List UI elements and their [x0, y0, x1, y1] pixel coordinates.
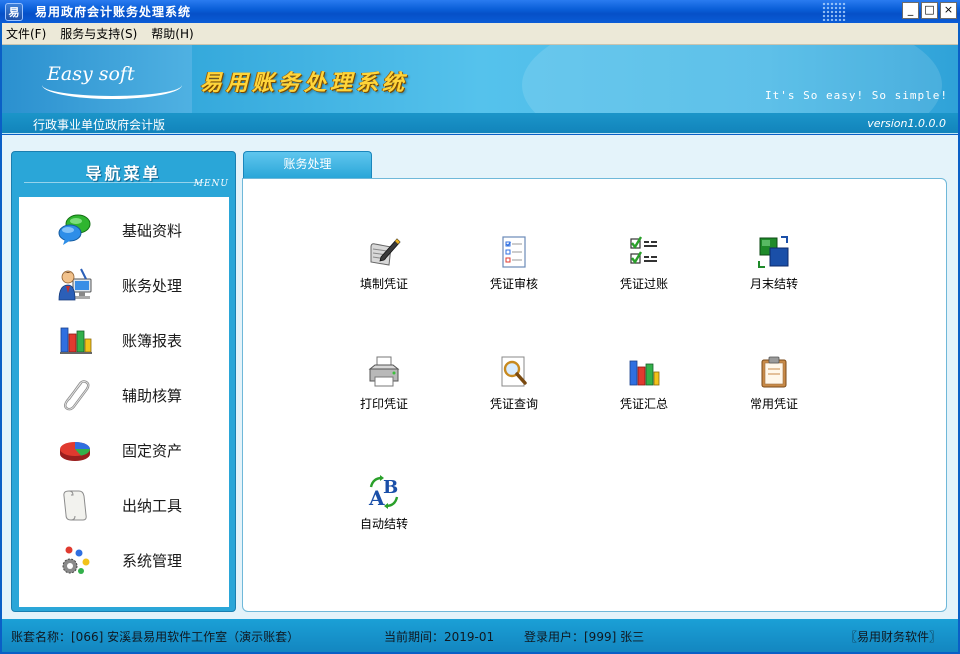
ab-convert-icon: A B — [368, 475, 398, 509]
nav-divider — [24, 182, 204, 183]
window-frame-left — [0, 23, 2, 654]
nav-header: 导航菜单 MENU — [12, 152, 235, 196]
fill-voucher-button[interactable]: 填制凭证 — [339, 235, 429, 305]
scroll-icon — [63, 490, 87, 521]
menu-service-support[interactable]: 服务与支持(S) — [60, 25, 137, 42]
nav-item-basic-data[interactable]: 基础资料 — [19, 205, 229, 255]
nav-panel: 导航菜单 MENU 基础资料 账务处理 账簿报表 辅助核算 固定资产 出纳工具 … — [11, 151, 236, 612]
function-label: 常用凭证 — [749, 397, 798, 411]
function-label: 凭证汇总 — [619, 397, 668, 411]
status-user: 登录用户：[999] 张三 — [524, 630, 645, 644]
nav-item-label: 基础资料 — [122, 221, 183, 240]
menu-help[interactable]: 帮助(H) — [151, 25, 193, 42]
close-button[interactable]: × — [940, 2, 957, 19]
check-list-icon — [630, 236, 657, 265]
transfer-squares-icon — [758, 236, 789, 268]
user-computer-icon — [58, 268, 92, 301]
summarize-voucher-button[interactable]: 凭证汇总 — [599, 355, 689, 425]
version-label: version1.0.0.0 — [867, 117, 946, 130]
nav-item-label: 辅助核算 — [122, 386, 183, 405]
tab-accounting[interactable]: 账务处理 — [243, 151, 372, 178]
minimize-button[interactable]: _ — [902, 2, 919, 19]
chat-bubbles-icon — [58, 214, 91, 245]
nav-item-label: 账簿报表 — [122, 331, 183, 350]
bar-chart-icon — [60, 327, 92, 354]
magnifier-document-icon — [501, 356, 527, 387]
status-brand: 〖易用财务软件〗 — [845, 630, 942, 644]
checklist-document-icon — [502, 236, 526, 268]
nav-item-label: 出纳工具 — [122, 496, 183, 515]
menu-bar: 文件(F) 服务与支持(S) 帮助(H) — [0, 23, 960, 45]
month-end-carryover-button[interactable]: 月末结转 — [729, 235, 819, 305]
nav-item-reports[interactable]: 账簿报表 — [19, 315, 229, 365]
nav-item-cashier-tools[interactable]: 出纳工具 — [19, 480, 229, 530]
status-bar: 账套名称：[066] 安溪县易用软件工作室（演示账套） 当前期间：2019-01… — [2, 619, 958, 652]
title-decoration — [822, 2, 846, 21]
status-account: 账套名称：[066] 安溪县易用软件工作室（演示账套） — [11, 630, 300, 644]
function-label: 月末结转 — [749, 277, 798, 291]
auto-carryover-button[interactable]: A B 自动结转 — [339, 475, 429, 545]
nav-item-auxiliary[interactable]: 辅助核算 — [19, 370, 229, 420]
paperclip-icon — [64, 380, 90, 411]
common-voucher-button[interactable]: 常用凭证 — [729, 355, 819, 425]
printer-icon — [368, 356, 400, 387]
svg-text:B: B — [383, 477, 398, 498]
pen-document-icon — [370, 238, 401, 266]
logo-swoosh — [42, 85, 182, 99]
gears-icon — [62, 546, 90, 574]
banner: Easy soft 易用账务处理系统 It's So easy! So simp… — [2, 45, 958, 113]
summary-chart-icon — [629, 360, 660, 386]
clipboard-icon — [761, 356, 787, 388]
function-label: 填制凭证 — [359, 277, 408, 291]
query-voucher-button[interactable]: 凭证查询 — [469, 355, 559, 425]
pie-chart-icon — [60, 442, 91, 461]
menu-file[interactable]: 文件(F) — [6, 25, 46, 42]
nav-item-system-management[interactable]: 系统管理 — [19, 535, 229, 585]
function-label: 凭证审核 — [489, 277, 538, 291]
edition-label: 行政事业单位政府会计版 — [33, 118, 166, 132]
nav-item-label: 系统管理 — [122, 551, 183, 570]
nav-item-label: 账务处理 — [122, 276, 183, 295]
system-name: 易用账务处理系统 — [200, 70, 409, 96]
nav-item-accounting[interactable]: 账务处理 — [19, 260, 229, 310]
status-period: 当前期间：2019-01 — [384, 630, 495, 644]
app-icon[interactable]: 易 — [5, 2, 23, 21]
function-label: 凭证查询 — [489, 397, 538, 411]
edition-bar: 行政事业单位政府会计版 version1.0.0.0 — [2, 113, 958, 134]
post-voucher-button[interactable]: 凭证过账 — [599, 235, 689, 305]
review-voucher-button[interactable]: 凭证审核 — [469, 235, 559, 305]
nav-list: 基础资料 账务处理 账簿报表 辅助核算 固定资产 出纳工具 系统管理 — [19, 197, 229, 607]
slogan: It's So easy! So simple! — [765, 89, 948, 102]
nav-item-label: 固定资产 — [122, 441, 183, 460]
nav-subtitle: MENU — [193, 179, 229, 189]
function-label: 凭证过账 — [619, 277, 668, 291]
window-title: 易用政府会计账务处理系统 — [35, 5, 192, 19]
maximize-button[interactable]: □ — [921, 2, 938, 19]
logo-text: Easy soft — [47, 63, 135, 85]
content-panel: 填制凭证 凭证审核 凭证过账 月末结转 打印凭证 凭证查询 凭证汇总 常用凭证 … — [242, 178, 947, 612]
function-label: 打印凭证 — [359, 397, 408, 411]
print-voucher-button[interactable]: 打印凭证 — [339, 355, 429, 425]
title-bar: 易 易用政府会计账务处理系统 _ □ × — [0, 0, 960, 23]
nav-item-fixed-assets[interactable]: 固定资产 — [19, 425, 229, 475]
function-label: 自动结转 — [359, 517, 408, 531]
